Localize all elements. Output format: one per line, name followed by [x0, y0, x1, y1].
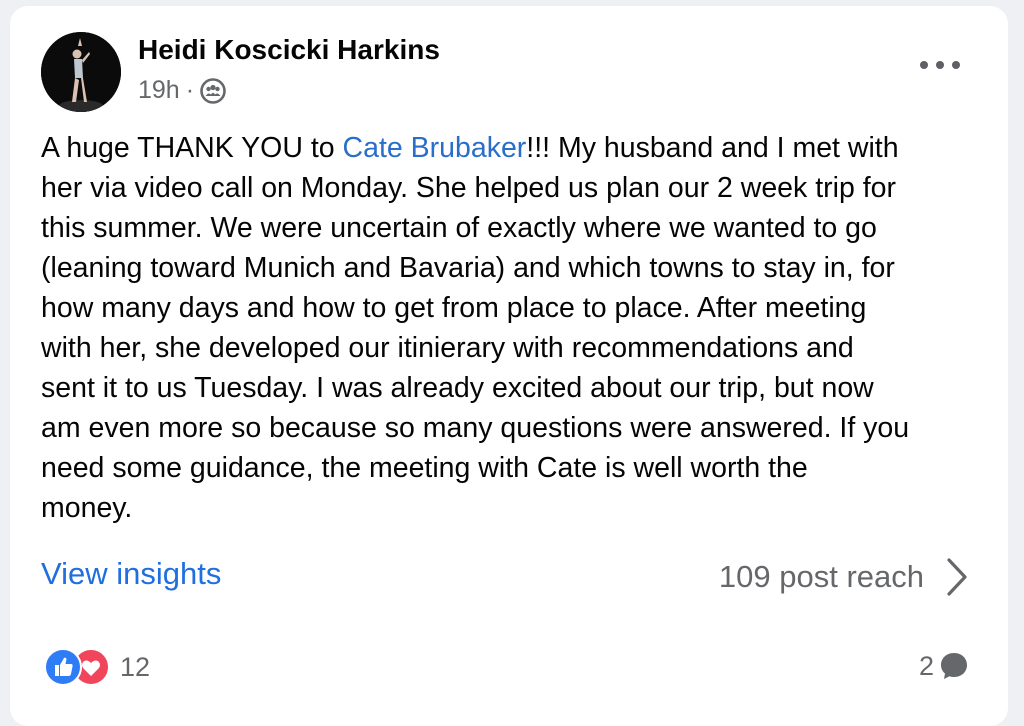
like-icon [44, 648, 82, 686]
more-dot [920, 61, 928, 69]
avatar-photo [41, 32, 121, 112]
author-name[interactable]: Heidi Koscicki Harkins [138, 34, 440, 66]
mention-link[interactable]: Cate Brubaker [343, 132, 527, 164]
more-dot [952, 61, 960, 69]
more-dot [936, 61, 944, 69]
post-meta: 19h · [138, 76, 226, 105]
body-line: her via video call on Monday. She helped… [41, 172, 896, 204]
chevron-right-icon [947, 558, 967, 596]
comment-bubble-icon [941, 653, 967, 679]
body-line: A huge THANK YOU to Cate Brubaker!!! My … [41, 128, 991, 168]
group-audience-icon[interactable] [200, 77, 226, 104]
post-timestamp[interactable]: 19h [138, 76, 180, 105]
body-text-segment: !!! My husband and I met with [526, 132, 899, 164]
body-line: this summer. We were uncertain of exactl… [41, 212, 877, 244]
post-card: Heidi Koscicki Harkins 19h · A huge THAN… [10, 6, 1008, 726]
body-line: how many days and how to get from place … [41, 292, 867, 324]
post-reach-button[interactable]: 109 post reach [719, 556, 970, 598]
more-options-icon[interactable] [920, 50, 960, 80]
comments-summary[interactable]: 2 [919, 650, 970, 682]
post-body: A huge THANK YOU to Cate Brubaker!!! My … [41, 128, 991, 528]
body-line: need some guidance, the meeting with Cat… [41, 452, 808, 484]
author-avatar[interactable] [41, 32, 121, 112]
reactions-summary[interactable]: 12 [44, 648, 150, 686]
body-line: money. [41, 492, 133, 524]
reactions-count: 12 [120, 651, 151, 682]
view-insights-link[interactable]: View insights [41, 556, 221, 592]
comments-count: 2 [918, 650, 934, 681]
body-line: am even more so because so many question… [41, 412, 910, 444]
body-line: with her, she developed our itinierary w… [41, 332, 854, 364]
body-text-segment: A huge THANK YOU to [41, 132, 343, 164]
post-reach-label: 109 post reach [718, 559, 924, 594]
meta-separator: · [185, 76, 195, 104]
body-line: (leaning toward Munich and Bavaria) and … [41, 252, 895, 284]
body-line: sent it to us Tuesday. I was already exc… [41, 372, 874, 404]
